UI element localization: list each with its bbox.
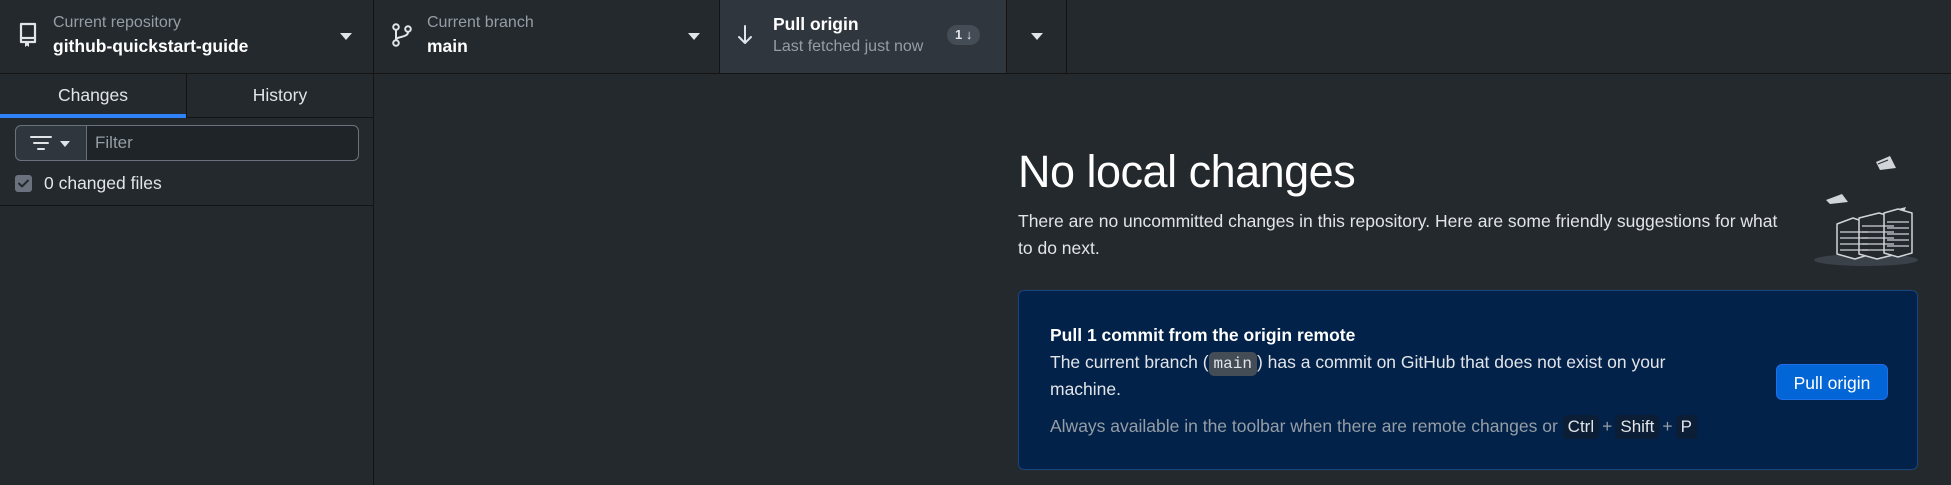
sidebar: Changes History 0 changed files xyxy=(0,74,374,485)
intro-text: There are no uncommitted changes in this… xyxy=(1018,211,1778,258)
card-description-start: The current branch ( xyxy=(1050,352,1209,372)
checkbox-icon xyxy=(18,179,29,187)
incoming-commits-count: 1 xyxy=(955,27,963,42)
sidebar-tabs: Changes History xyxy=(0,74,373,118)
divider xyxy=(0,205,373,206)
tab-changes[interactable]: Changes xyxy=(0,74,186,118)
changed-files-count: 0 changed files xyxy=(44,172,162,193)
filter-row xyxy=(15,125,359,161)
changed-files-row: 0 changed files xyxy=(15,172,162,194)
kbd-plus: + xyxy=(1662,416,1673,436)
main-content: No local changes There are no uncommitte… xyxy=(374,74,1951,485)
kbd-p: P xyxy=(1675,415,1697,439)
current-branch-name: main xyxy=(427,36,468,56)
card-hint-text: Always available in the toolbar when the… xyxy=(1050,416,1558,436)
pull-options-dropdown[interactable] xyxy=(1007,0,1067,73)
current-repository-label: Current repository xyxy=(53,14,182,31)
current-repository-button[interactable]: Current repository github-quickstart-gui… xyxy=(0,0,374,73)
current-branch-label: Current branch xyxy=(427,14,534,31)
last-fetched-text: Last fetched just now xyxy=(773,38,924,55)
select-all-checkbox[interactable] xyxy=(15,174,32,192)
page-title: No local changes xyxy=(1018,146,1356,197)
kbd-shift: Shift xyxy=(1615,415,1660,439)
current-repository-name: github-quickstart-guide xyxy=(53,36,249,56)
toolbar: Current repository github-quickstart-gui… xyxy=(0,0,1951,74)
current-branch-button[interactable]: Current branch main xyxy=(374,0,720,73)
filter-icon xyxy=(30,136,70,150)
caret-down-icon xyxy=(688,33,700,40)
pull-origin-button[interactable]: Pull origin Last fetched just now 1 ↓ xyxy=(720,0,1007,73)
arrow-down-icon xyxy=(738,25,752,44)
kbd-ctrl: Ctrl xyxy=(1562,415,1600,439)
pull-suggestion-card: Pull 1 commit from the origin remote The… xyxy=(1018,290,1918,470)
filter-options-button[interactable] xyxy=(15,125,87,161)
card-hint: Always available in the toolbar when the… xyxy=(1050,415,1697,439)
caret-down-icon xyxy=(1031,33,1043,40)
pull-origin-action-button[interactable]: Pull origin xyxy=(1776,364,1888,400)
branch-name-code: main xyxy=(1208,352,1257,376)
branch-icon xyxy=(392,23,412,47)
repo-icon xyxy=(19,22,37,47)
caret-down-icon xyxy=(340,33,352,40)
card-title: Pull 1 commit from the origin remote xyxy=(1050,325,1356,345)
arrow-down-icon: ↓ xyxy=(965,27,973,42)
pull-origin-title: Pull origin xyxy=(773,14,859,34)
tab-history[interactable]: History xyxy=(186,74,373,117)
filter-input[interactable] xyxy=(87,125,359,161)
incoming-commits-badge: 1 ↓ xyxy=(947,25,981,45)
paper-stack-illustration xyxy=(1814,156,1918,266)
card-description: The current branch (main) has a commit o… xyxy=(1050,349,1690,403)
kbd-plus: + xyxy=(1602,416,1613,436)
